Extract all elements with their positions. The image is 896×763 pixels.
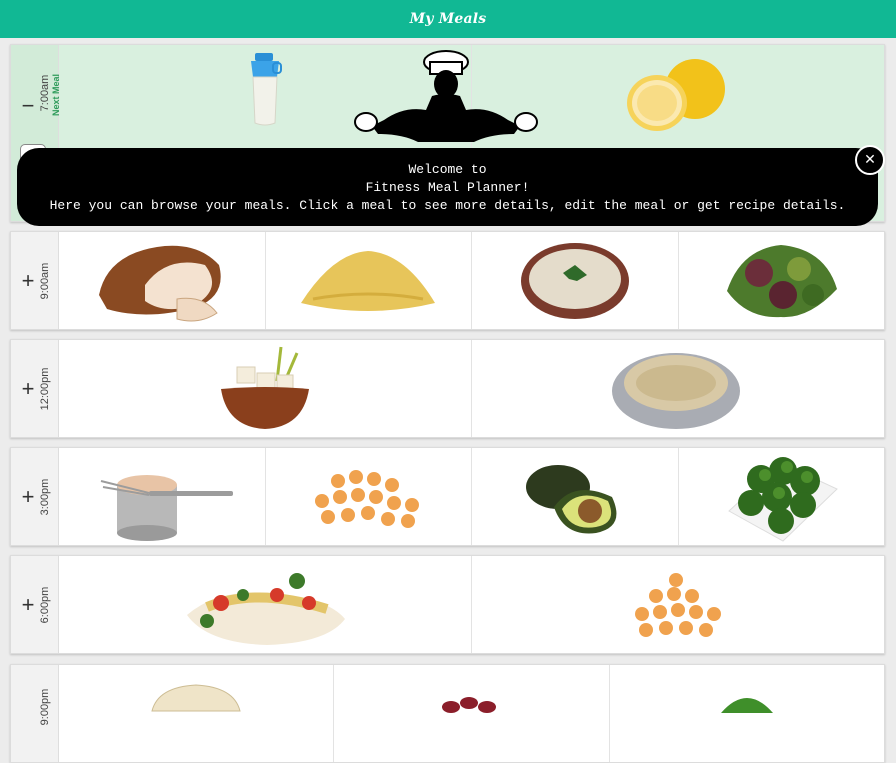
meal-item-canned-tuna[interactable]: [59, 448, 266, 545]
chickpeas-icon: [635, 572, 721, 637]
meal-item-couscous[interactable]: [266, 232, 472, 329]
meal-row-3pm[interactable]: + 3:00pm: [10, 447, 885, 546]
meal-item-green-peas[interactable]: [610, 665, 884, 762]
meal-item-chickpeas[interactable]: [266, 448, 472, 545]
hummus-bowl-icon: [520, 242, 629, 319]
kidney-beans-icon: [442, 697, 497, 713]
meal-row-side: + 9:00am: [11, 232, 59, 329]
expand-toggle[interactable]: +: [19, 269, 37, 292]
meal-item-tofu-bowl[interactable]: [59, 340, 472, 437]
meal-time: 12:00pm: [39, 367, 51, 410]
green-peas-icon: [720, 698, 773, 713]
grapefruit-icon: [627, 59, 725, 131]
shaker-bottle-icon: [251, 53, 282, 126]
expand-toggle[interactable]: +: [19, 377, 37, 400]
meal-time: 9:00pm: [39, 688, 51, 726]
meal-item-avocado[interactable]: [472, 448, 679, 545]
meal-row-side: + 9:00pm: [11, 665, 59, 762]
meal-item-roast-turkey[interactable]: [59, 232, 266, 329]
couscous-icon: [301, 250, 436, 311]
meal-row-side: + 3:00pm: [11, 448, 59, 545]
meal-item-baked-fish[interactable]: [59, 556, 472, 653]
page-title: My Meals: [409, 11, 487, 27]
chickpeas-icon: [315, 469, 420, 528]
meal-item-kidney-beans[interactable]: [334, 665, 610, 762]
tour-line-3: Here you can browse your meals. Click a …: [49, 198, 846, 213]
meal-time: 6:00pm: [39, 586, 51, 623]
meal-item-quinoa-bowl[interactable]: [472, 340, 884, 437]
baked-fish-icon: [187, 572, 345, 645]
chef-mascot-icon: [354, 50, 538, 142]
welcome-tour-tooltip: Welcome to Fitness Meal Planner! Here yo…: [17, 148, 878, 226]
meal-item-hummus-bowl[interactable]: [472, 232, 679, 329]
roast-turkey-icon: [98, 245, 221, 321]
meal-row-side: + 12:00pm: [11, 340, 59, 437]
meal-item-broccoli[interactable]: [679, 448, 885, 545]
close-icon: ✕: [864, 152, 876, 168]
tortilla-wrap-icon: [151, 684, 241, 712]
tour-line-1: Welcome to: [408, 162, 487, 177]
meal-row-9am[interactable]: + 9:00am: [10, 231, 885, 330]
meal-time: 3:00pm: [39, 478, 51, 515]
meal-row-6pm[interactable]: + 6:00pm: [10, 555, 885, 654]
meal-item-tortilla-wrap[interactable]: [59, 665, 335, 762]
app-header: My Meals: [0, 0, 896, 38]
meal-time: 9:00am: [39, 262, 51, 299]
meal-time: 7:00am: [39, 74, 51, 112]
tour-line-2: Fitness Meal Planner!: [365, 180, 530, 195]
collapse-toggle[interactable]: −: [19, 95, 37, 117]
canned-tuna-icon: [100, 474, 233, 541]
mixed-greens-icon: [727, 244, 838, 317]
next-meal-label: Next Meal: [51, 73, 61, 117]
quinoa-bowl-icon: [612, 352, 740, 429]
meal-item-mixed-greens[interactable]: [679, 232, 885, 329]
meal-row-12pm[interactable]: + 12:00pm: [10, 339, 885, 438]
meal-item-chickpeas[interactable]: [472, 556, 884, 653]
avocado-icon: [525, 464, 617, 533]
meal-row-side: + 6:00pm: [11, 556, 59, 653]
expand-toggle[interactable]: +: [19, 665, 37, 666]
expand-toggle[interactable]: +: [19, 593, 37, 616]
meal-row-9pm[interactable]: + 9:00pm: [10, 664, 885, 763]
close-tour-button[interactable]: ✕: [855, 145, 885, 175]
expand-toggle[interactable]: +: [19, 485, 37, 508]
broccoli-icon: [728, 456, 839, 542]
tofu-bowl-icon: [221, 346, 309, 429]
